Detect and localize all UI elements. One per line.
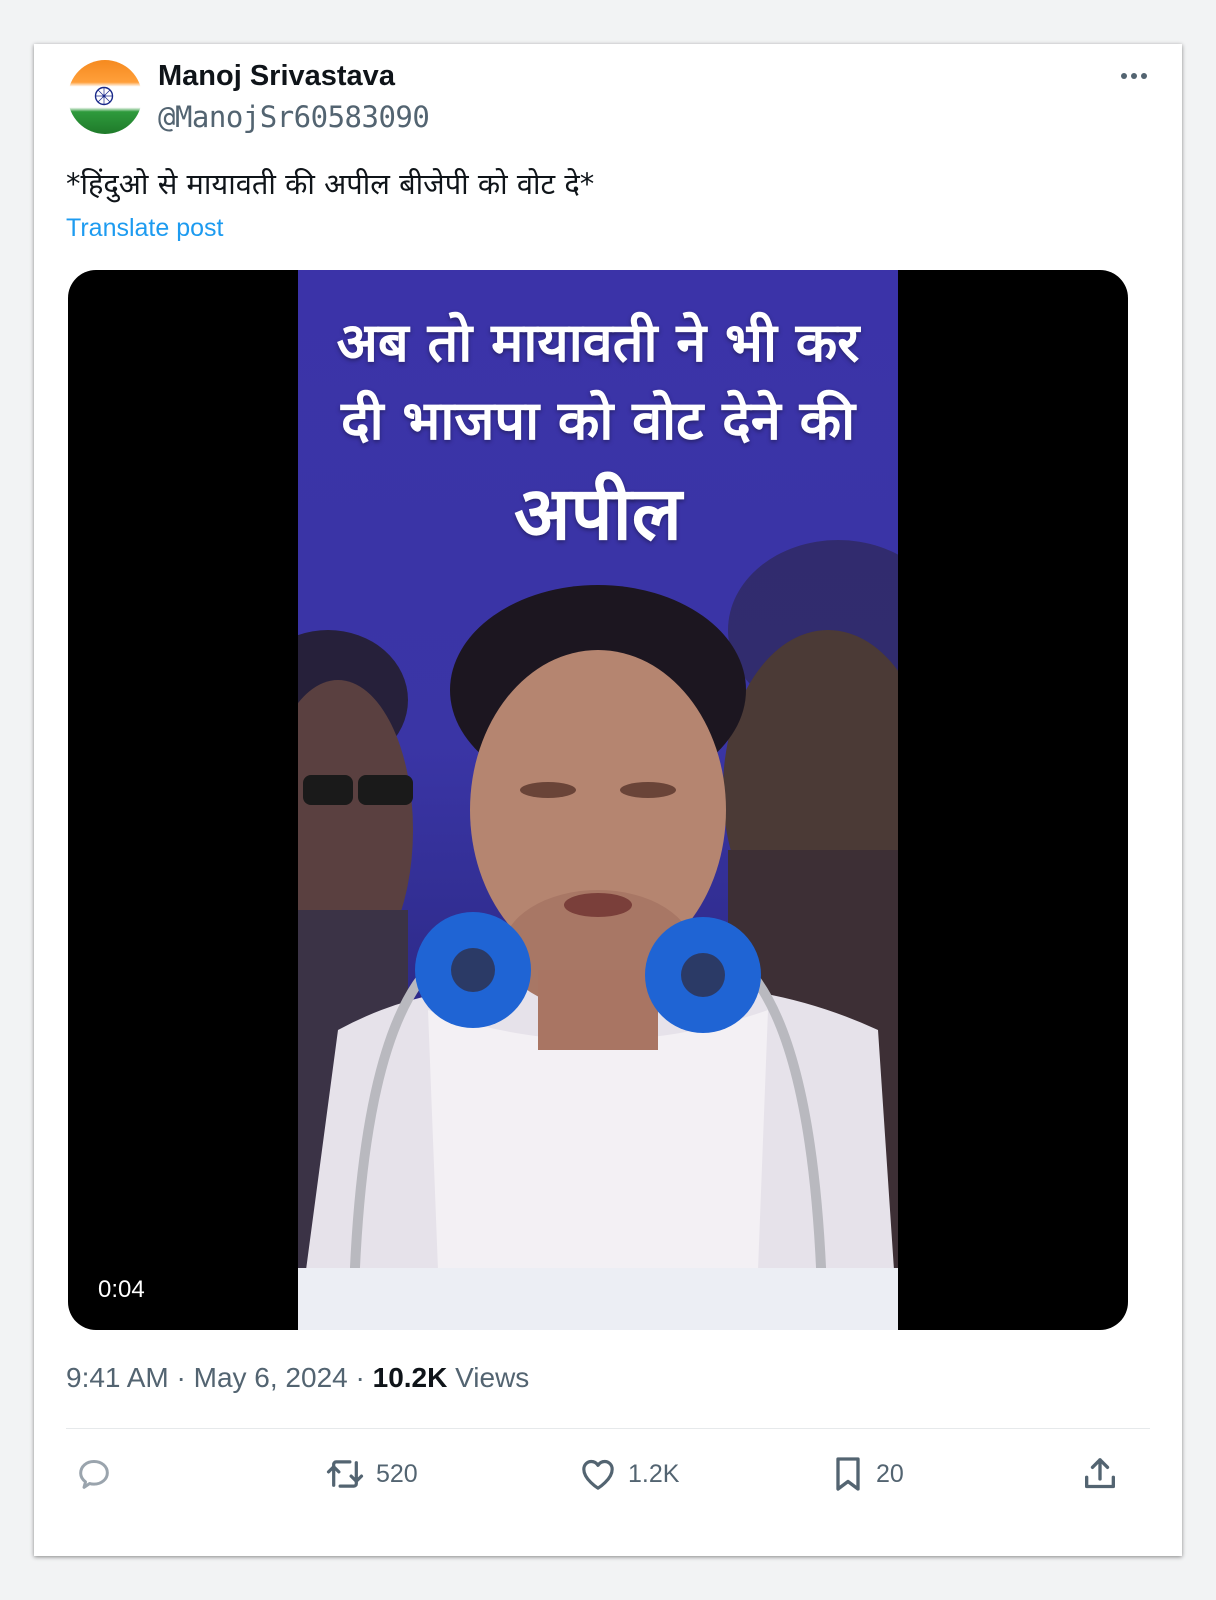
meta-separator: · [168,1362,194,1393]
repost-icon [326,1460,364,1488]
views-label: Views [447,1362,530,1393]
share-button[interactable] [1080,1450,1120,1498]
author-handle[interactable]: @ManojSr60583090 [158,100,430,134]
repost-count: 520 [376,1459,418,1488]
repost-button[interactable]: 520 [324,1450,418,1498]
views-count: 10.2K [372,1362,448,1393]
bookmark-icon [836,1457,860,1491]
video-caption-line-1: अब तो मायावती ने भी कर [336,311,860,374]
bookmark-button[interactable]: 20 [830,1450,904,1498]
post-card: Manoj Srivastava @ManojSr60583090 *हिंदु… [34,44,1182,1556]
like-button[interactable]: 1.2K [578,1450,679,1498]
more-options-button[interactable] [1116,64,1152,88]
reply-icon [79,1460,109,1489]
video-caption-overlay: अब तो मायावती ने भी कर दी भाजपा को वोट द… [298,304,898,564]
meta-separator: · [347,1362,373,1393]
video-duration: 0:04 [88,1274,155,1306]
share-icon [1085,1458,1115,1489]
video-caption-line-3: अपील [514,471,682,557]
video-frame: अब तो मायावती ने भी कर दी भाजपा को वोट द… [298,270,898,1330]
post-text: *हिंदुओ से मायावती की अपील बीजेपी को वोट… [66,167,595,201]
avatar[interactable] [68,60,142,134]
author-name[interactable]: Manoj Srivastava [158,60,395,93]
reply-button[interactable] [74,1450,114,1498]
bookmark-count: 20 [876,1459,904,1488]
like-count: 1.2K [628,1459,680,1488]
translate-post-link[interactable]: Translate post [66,214,223,243]
post-metadata: 9:41 AM · May 6, 2024 · 10.2K Views [66,1362,529,1394]
video-caption-line-2: दी भाजपा को वोट देने की [340,389,856,452]
post-time[interactable]: 9:41 AM [66,1362,169,1393]
divider [66,1428,1150,1429]
post-date[interactable]: May 6, 2024 [194,1362,348,1393]
more-icon [1121,73,1147,79]
video-player[interactable]: अब तो मायावती ने भी कर दी भाजपा को वोट द… [68,270,1128,1330]
heart-icon [582,1459,614,1490]
flag-chakra-icon [94,86,114,106]
